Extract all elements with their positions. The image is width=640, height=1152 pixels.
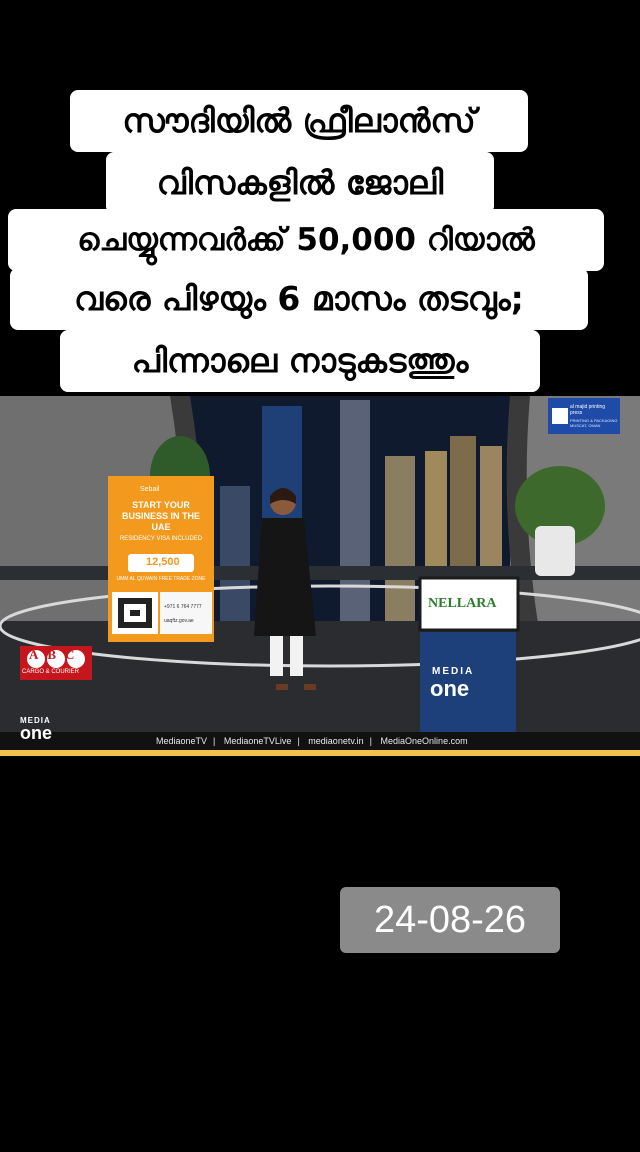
headline-line-3: ചെയ്യുന്നവർക്ക് 50,000 റിയാൽ <box>8 209 604 271</box>
al-majid-name: al majid printing press <box>570 404 606 416</box>
ad-price: 12,500 <box>146 556 180 568</box>
headline-line-5: പിന്നാലെ നാടുകടത്തും <box>60 330 540 392</box>
headline-line-4: വരെ പിഴയും 6 മാസം തടവും; <box>10 268 588 330</box>
social-website[interactable]: MediaOneOnline.com <box>381 736 468 746</box>
ad-phone: +971 6 764 7777 <box>164 604 202 610</box>
desk-logo-bottom: one <box>430 676 470 701</box>
headline-line-2: വിസകളിൽ ജോലി <box>106 152 494 214</box>
social-youtube[interactable]: MediaoneTVLive <box>224 736 292 746</box>
ad-note: UMM AL QUWAIN FREE TRADE ZONE <box>116 576 206 582</box>
abc-logo-letters: ABC <box>29 647 84 662</box>
ad-title: START YOUR BUSINESS IN THE UAE <box>121 500 200 532</box>
headline-caption: സൗദിയിൽ ഫ്രീലാൻസ് വിസകളിൽ ജോലി ചെയ്യുന്ന… <box>0 0 640 400</box>
ad-subtitle: RESIDENCY VISA INCLUDED <box>119 536 203 542</box>
separator: | <box>213 736 216 746</box>
ad-web: uaqftz.gov.ae <box>164 618 194 624</box>
separator: | <box>369 736 373 746</box>
social-instagram[interactable]: mediaonetv.in <box>308 736 363 746</box>
studio-scene <box>0 396 640 756</box>
al-majid-sub: PRINTING & PACKAGING MUSCAT, OMAN <box>570 418 618 428</box>
video-frame[interactable]: Sebail START YOUR BUSINESS IN THE UAE RE… <box>0 396 640 756</box>
abc-logo-sub: CARGO & COURIER <box>22 669 80 675</box>
date-badge: 24-08-26 <box>340 887 560 953</box>
headline-line-1: സൗദിയിൽ ഫ്രീലാൻസ് <box>70 90 528 152</box>
separator: | <box>297 736 300 746</box>
nellara-logo: NELLARA <box>428 596 497 611</box>
social-facebook[interactable]: MediaoneTV <box>156 736 207 746</box>
social-handles: MediaoneTV | MediaoneTVLive | mediaonetv.i… <box>156 736 474 746</box>
ad-brand: Sebail <box>140 486 160 493</box>
channel-logo-bottom: one <box>20 723 53 743</box>
